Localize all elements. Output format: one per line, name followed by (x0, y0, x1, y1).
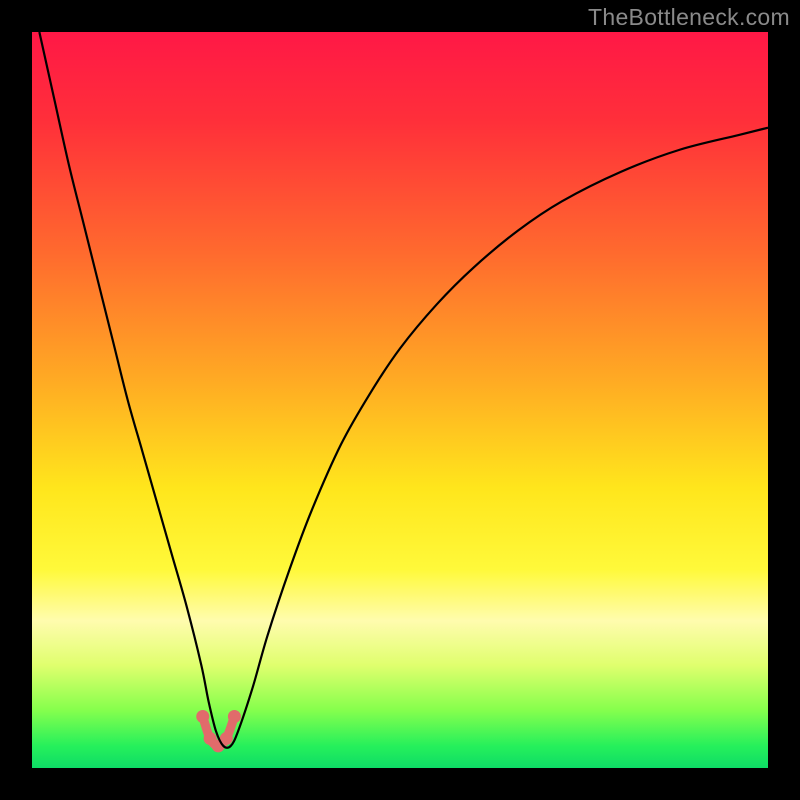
bottleneck-curve-line (39, 32, 768, 748)
chart-curve (32, 32, 768, 768)
chart-frame: TheBottleneck.com (0, 0, 800, 800)
chart-plot-area (32, 32, 768, 768)
watermark-text: TheBottleneck.com (588, 4, 790, 31)
